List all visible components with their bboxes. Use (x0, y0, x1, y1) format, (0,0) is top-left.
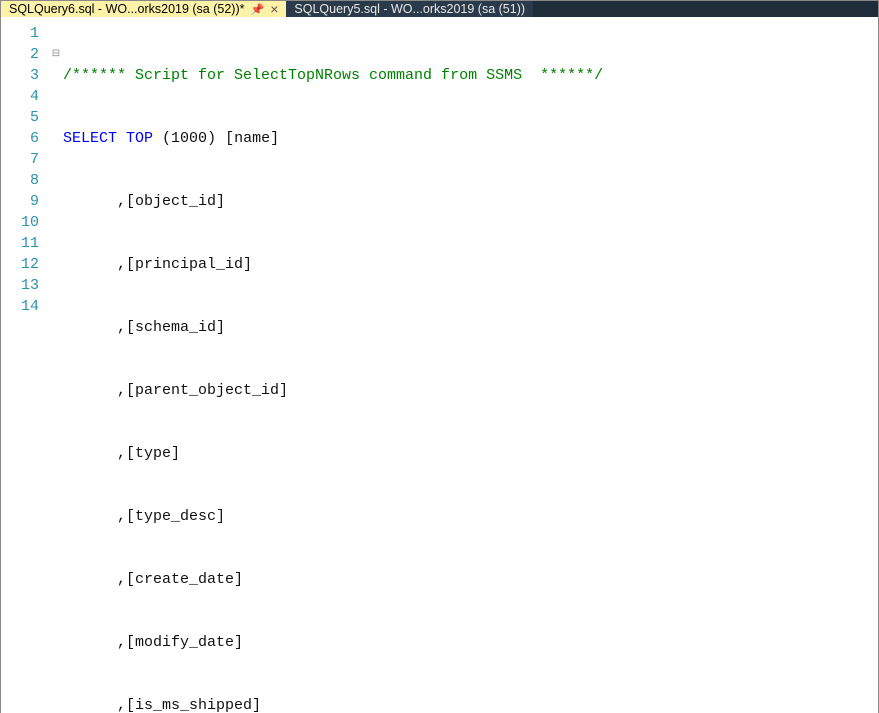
tab-label: SQLQuery6.sql - WO...orks2019 (sa (52))* (9, 2, 245, 16)
code-comment: /****** Script for SelectTopNRows comman… (63, 67, 603, 84)
code-area[interactable]: /****** Script for SelectTopNRows comman… (63, 17, 878, 713)
kw-top: TOP (117, 130, 162, 147)
sql-editor[interactable]: 1234567891011121314 ⊟ /****** Script for… (1, 17, 878, 713)
tab-sqlquery6[interactable]: SQLQuery6.sql - WO...orks2019 (sa (52))*… (1, 1, 286, 17)
document-tabbar: SQLQuery6.sql - WO...orks2019 (sa (52))*… (1, 1, 878, 17)
pin-icon[interactable]: 📌 (251, 3, 265, 16)
tab-sqlquery5[interactable]: SQLQuery5.sql - WO...orks2019 (sa (51)) (286, 1, 533, 17)
kw-select: SELECT (63, 130, 117, 147)
line-number-gutter: 1234567891011121314 (1, 17, 49, 713)
close-icon[interactable]: × (270, 1, 278, 17)
tab-label: SQLQuery5.sql - WO...orks2019 (sa (51)) (294, 2, 525, 16)
fold-column: ⊟ (49, 17, 63, 713)
